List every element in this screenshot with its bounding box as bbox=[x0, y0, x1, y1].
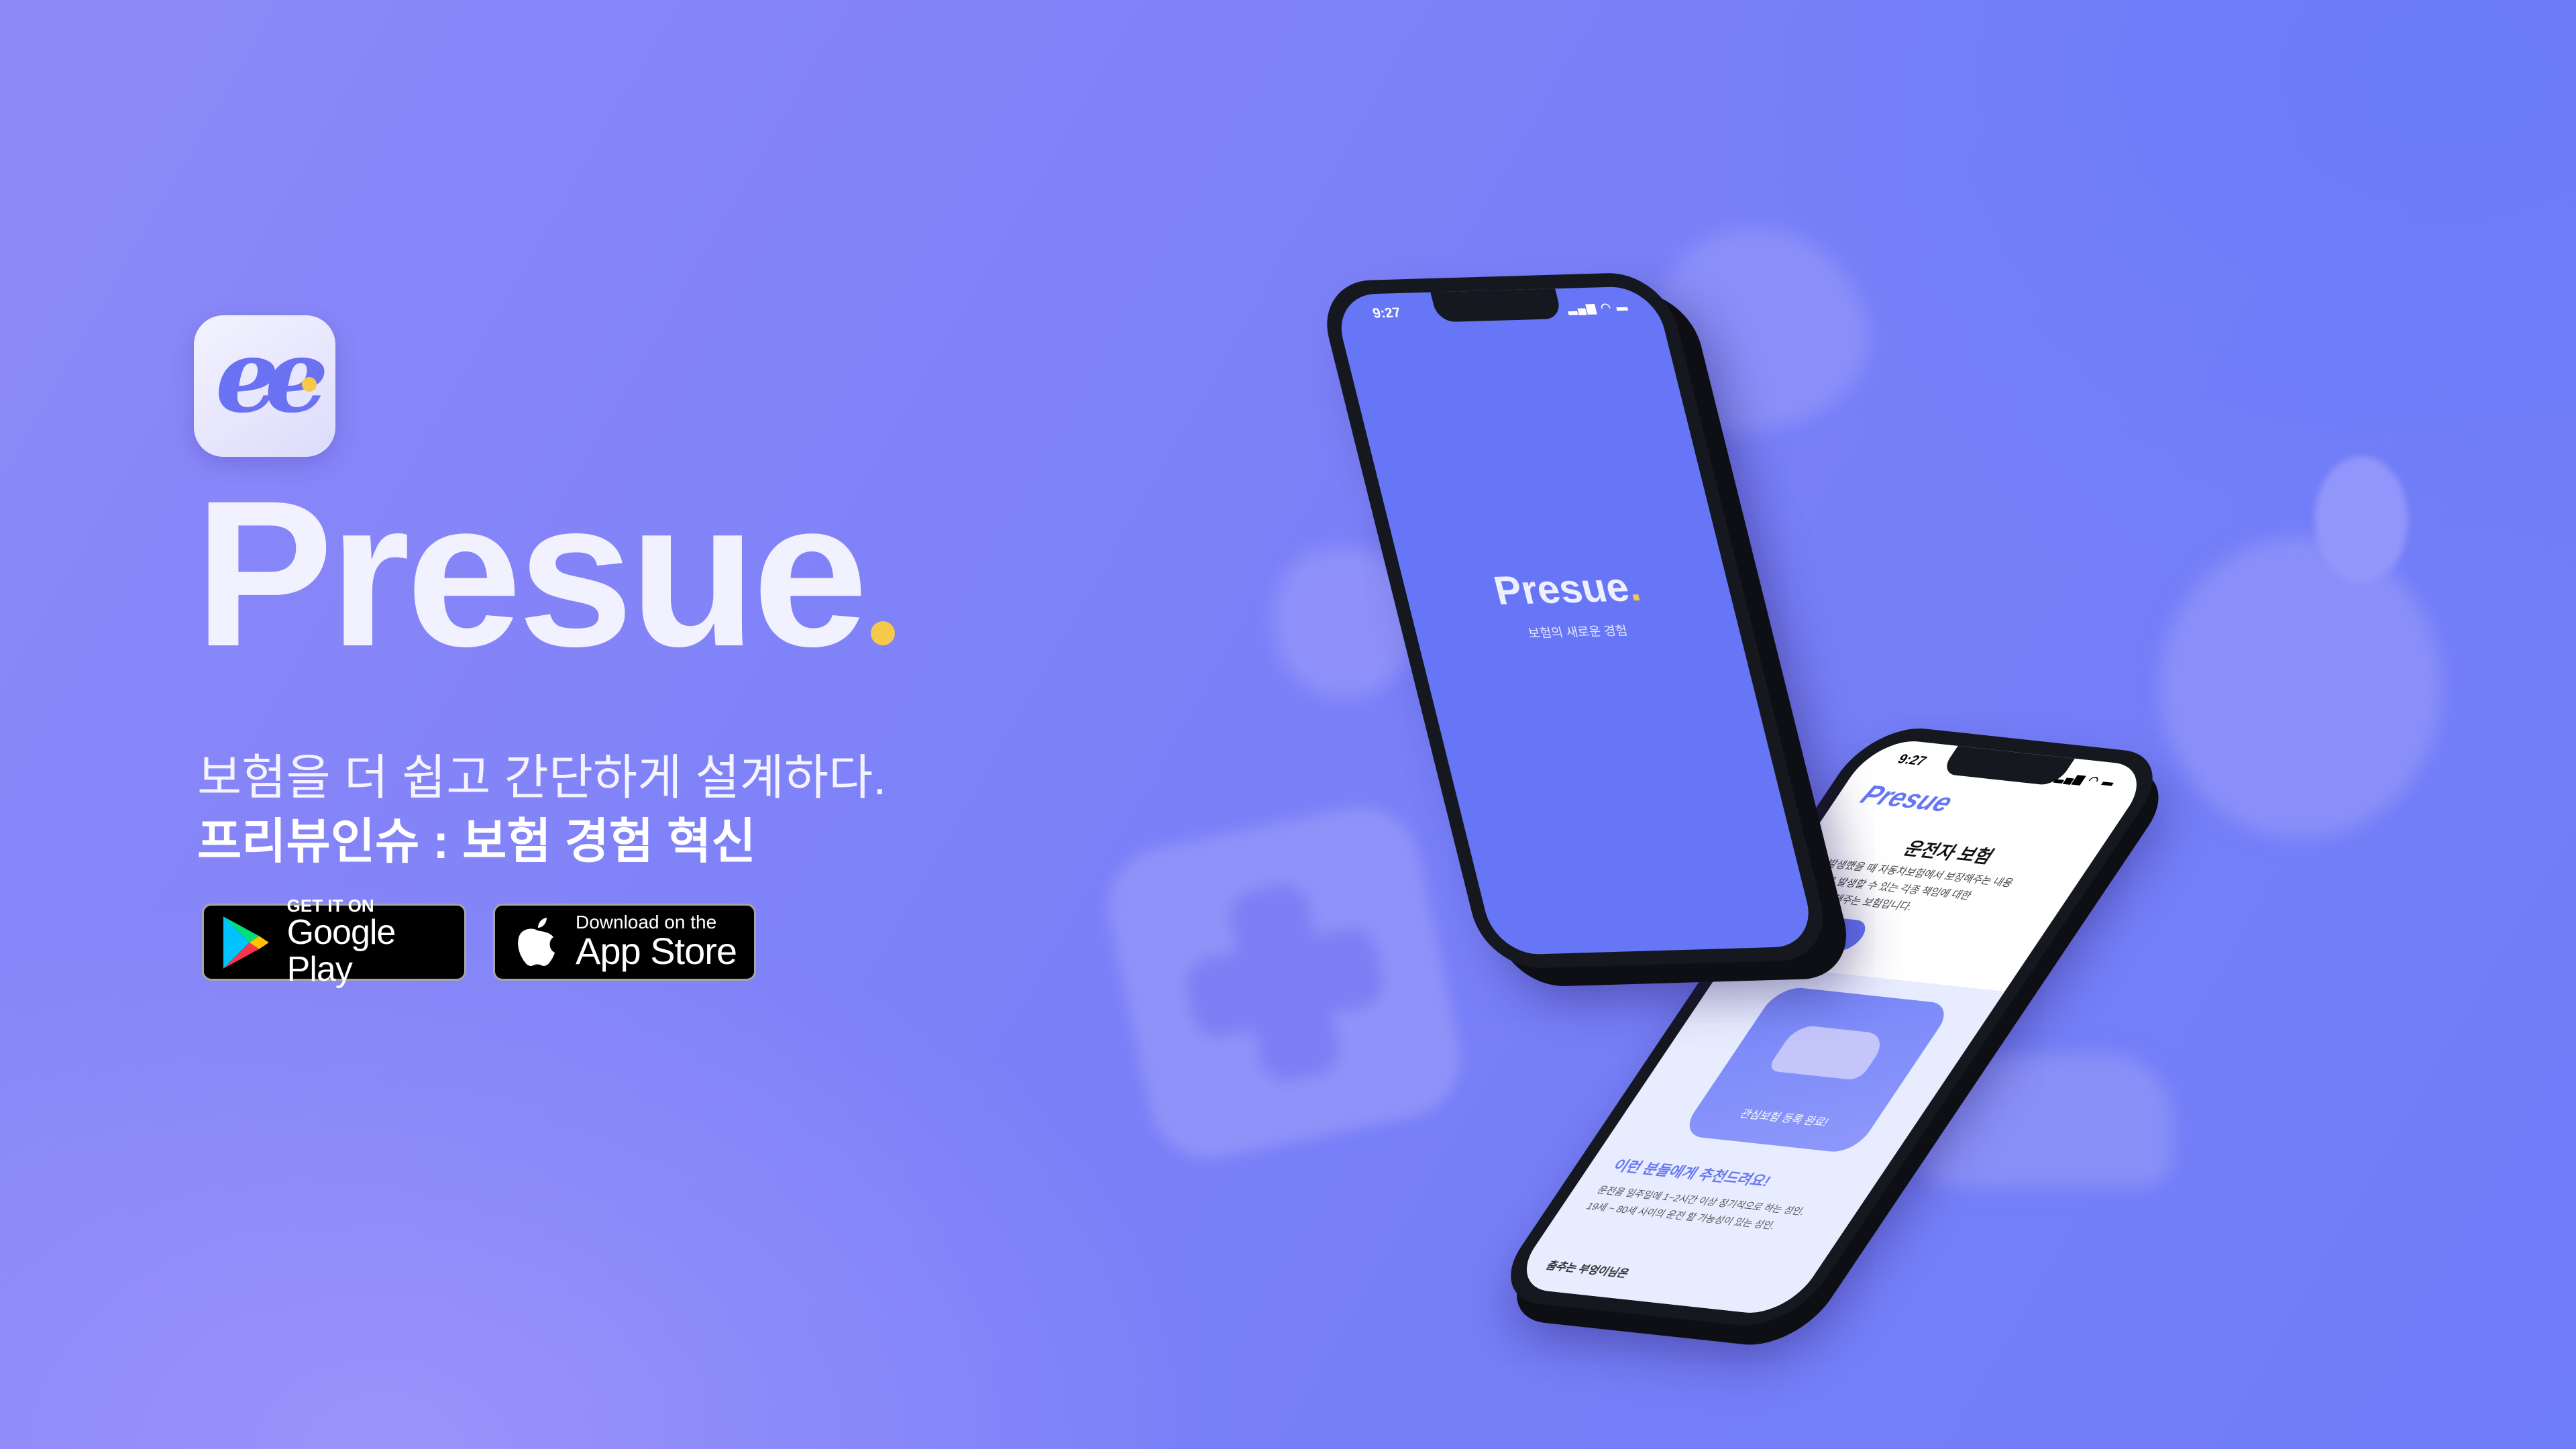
brand-name: Presue bbox=[195, 457, 868, 690]
splash-logo: Presue. bbox=[1489, 564, 1645, 614]
status-icons: ▂▄▆ ◠ ▬ bbox=[1566, 300, 1631, 315]
card-label: 관심보험 등록 완료! bbox=[1737, 1108, 1831, 1129]
status-icons: ▂▄▆ ◠ ▬ bbox=[2053, 770, 2119, 789]
accent-dot bbox=[871, 621, 895, 645]
app-logo: Presue bbox=[1854, 780, 1960, 818]
google-play-icon bbox=[223, 916, 269, 969]
car-icon bbox=[1766, 1024, 1891, 1081]
splash-slogan: 보험의 새로운 경험 bbox=[1527, 624, 1629, 641]
brand-wordmark: Presue bbox=[195, 470, 895, 678]
apple-icon bbox=[518, 917, 555, 966]
tagline: 보험을 더 쉽고 간단하게 설계하다. bbox=[197, 751, 887, 805]
app-store-button[interactable]: Download on the App Store bbox=[493, 904, 756, 981]
piggy-bank-3d-icon bbox=[2160, 537, 2442, 839]
app-store-label: App Store bbox=[576, 930, 737, 973]
app-icon: ee bbox=[194, 315, 335, 457]
accent-dot bbox=[302, 377, 317, 392]
splash-logo-text: Presue bbox=[1489, 564, 1634, 614]
notch bbox=[1430, 288, 1563, 323]
medical-cross-3d-icon bbox=[1097, 796, 1472, 1170]
status-time: 9:27 bbox=[1371, 304, 1403, 321]
subtitle: 프리뷰인슈 : 보험 경험 혁신 bbox=[197, 815, 756, 869]
google-play-label: Google Play bbox=[286, 912, 396, 989]
google-play-small-label: GET IT ON bbox=[286, 895, 374, 916]
app-store-small-label: Download on the bbox=[576, 912, 717, 933]
coin-3d-icon bbox=[2314, 456, 2408, 584]
app-icon-logo: ee bbox=[215, 317, 329, 435]
google-play-button[interactable]: GET IT ON Google Play bbox=[202, 897, 466, 987]
status-time: 9:27 bbox=[1894, 751, 1931, 769]
